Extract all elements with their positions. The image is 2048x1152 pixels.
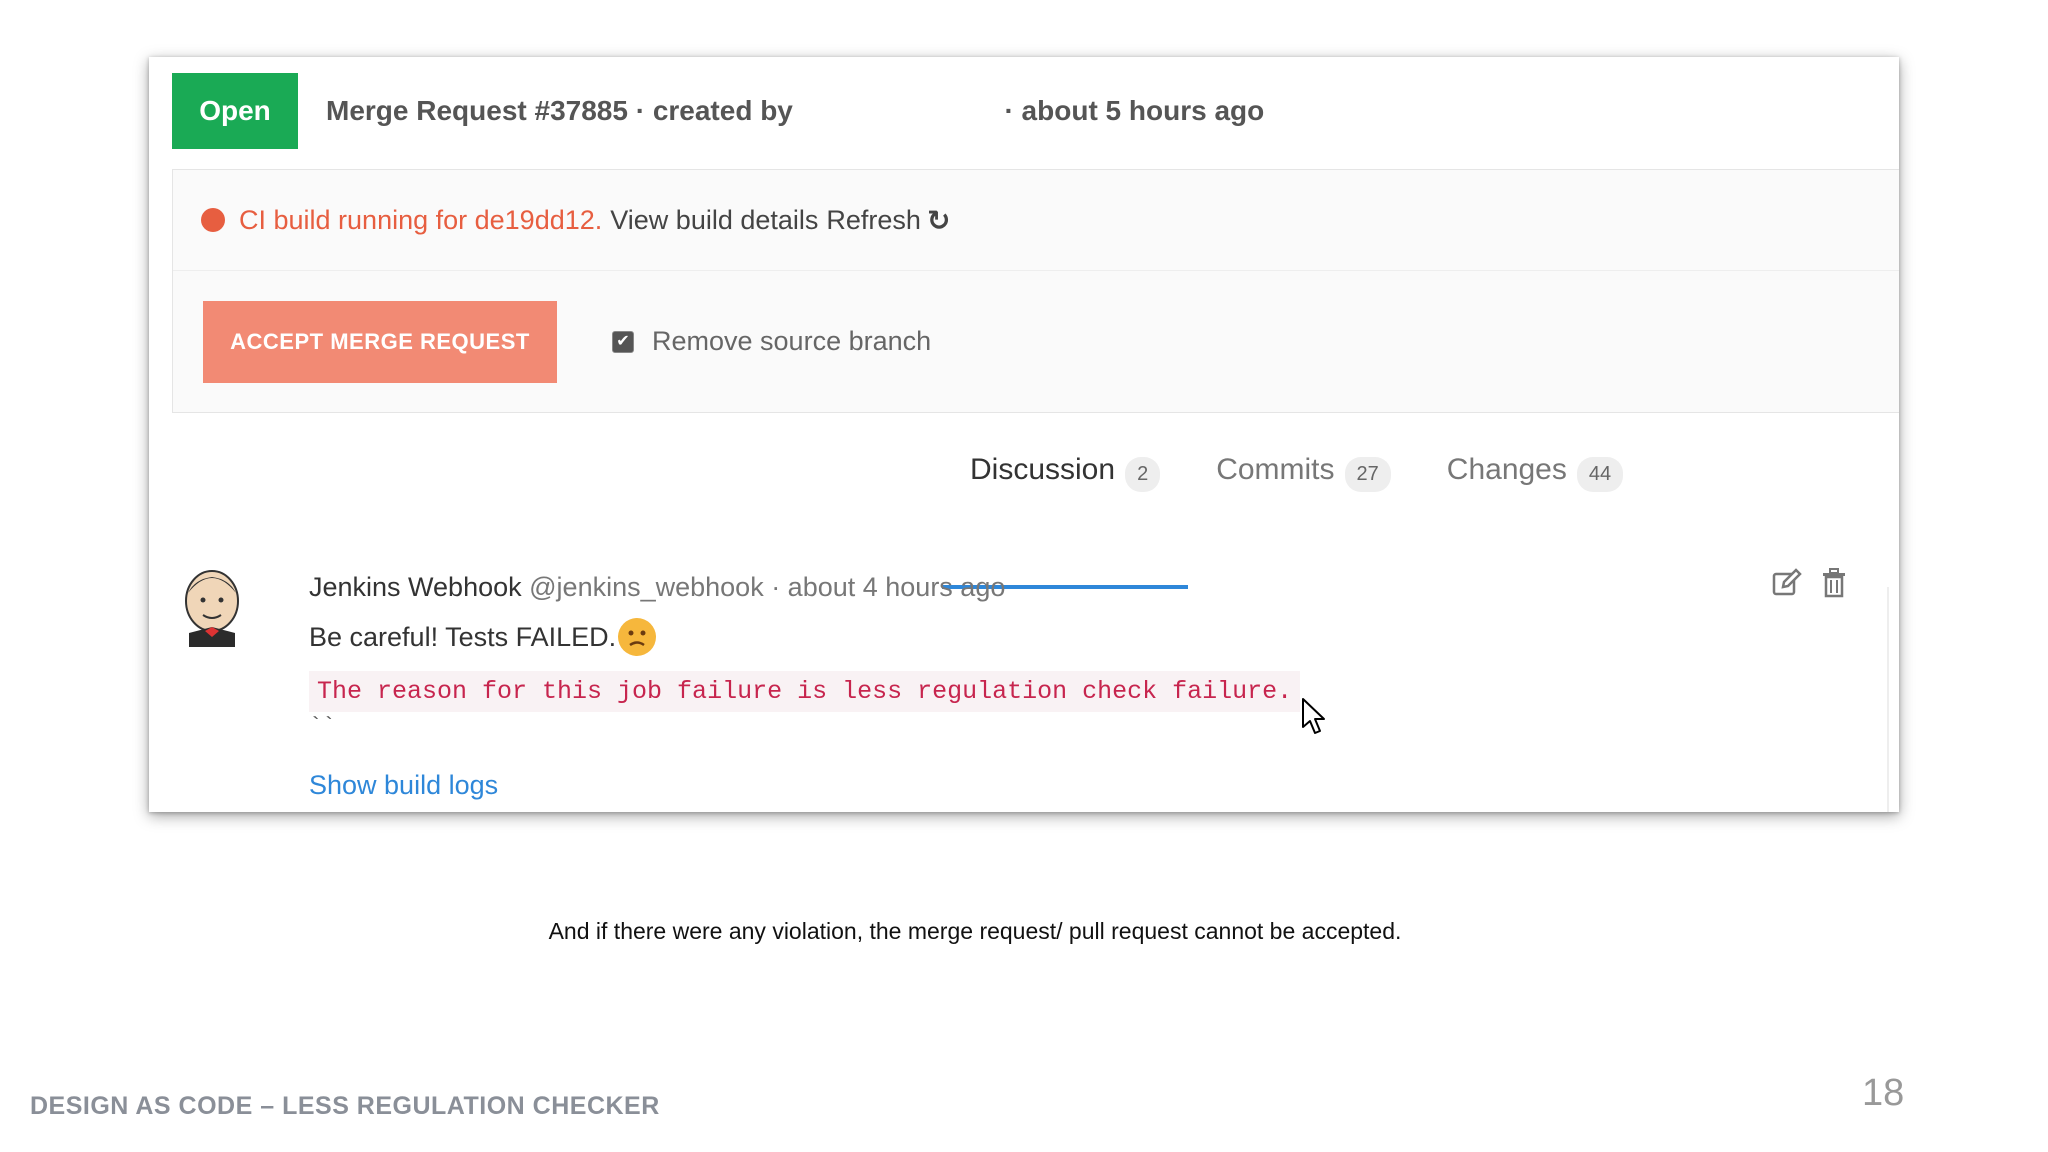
status-badge: Open	[172, 73, 298, 149]
tab-count-badge: 27	[1344, 457, 1391, 492]
tab-commits[interactable]: Commits 27	[1188, 447, 1419, 589]
show-build-logs-link[interactable]: Show build logs	[309, 770, 498, 801]
remove-source-branch-checkbox[interactable]: ✔	[612, 330, 634, 353]
code-backticks: ``	[309, 714, 336, 739]
ci-status-text: CI build running for de19dd12.	[239, 204, 603, 235]
jenkins-avatar[interactable]	[179, 567, 245, 647]
note-author[interactable]: Jenkins Webhook	[309, 572, 522, 602]
mr-created-time: · about 5 hours ago	[1004, 95, 1265, 126]
note-body-text: Be careful! Tests FAILED.	[309, 621, 617, 652]
mr-tabs: Discussion 2 Commits 27 Changes 44	[942, 447, 1651, 589]
ci-running-icon	[201, 208, 225, 232]
failure-reason-code: The reason for this job failure is less …	[309, 671, 1301, 712]
mouse-cursor-icon	[1302, 698, 1325, 734]
tab-discussion[interactable]: Discussion 2	[942, 447, 1189, 589]
trash-icon[interactable]	[1821, 568, 1847, 598]
note-actions	[1771, 568, 1847, 598]
slide-footer-title: DESIGN AS CODE – LESS REGULATION CHECKER	[30, 1092, 660, 1120]
ci-status-row: CI build running for de19dd12. View buil…	[173, 170, 1899, 271]
confused-emoji-icon	[618, 618, 657, 656]
tab-label: Commits	[1216, 453, 1335, 486]
confused-face-icon	[619, 619, 656, 655]
note-body: Be careful! Tests FAILED.	[309, 618, 657, 656]
accept-row: ACCEPT MERGE REQUEST ✔ Remove source bra…	[173, 271, 1899, 412]
remove-source-branch-option[interactable]: ✔ Remove source branch	[612, 326, 931, 357]
merge-request-panel: Open Merge Request #37885 · created by ·…	[149, 57, 1899, 812]
accept-merge-request-button[interactable]: ACCEPT MERGE REQUEST	[203, 300, 557, 383]
tab-label: Discussion	[970, 453, 1116, 486]
slide-page-number: 18	[1862, 1072, 1905, 1114]
tab-count-badge: 44	[1576, 457, 1624, 492]
mr-header: Open Merge Request #37885 · created by ·…	[172, 73, 1899, 149]
tab-label: Changes	[1446, 453, 1567, 486]
discussion-divider	[1887, 587, 1889, 812]
mr-widget: CI build running for de19dd12. View buil…	[172, 169, 1899, 413]
refresh-link[interactable]: Refresh	[826, 205, 921, 236]
mr-title-text: Merge Request #37885 · created by	[326, 95, 793, 126]
edit-icon[interactable]	[1771, 568, 1803, 598]
note-handle-time: @jenkins_webhook · about 4 hours ago	[529, 572, 1006, 602]
view-build-details-link[interactable]: View build details	[610, 205, 818, 236]
tab-changes[interactable]: Changes 44	[1419, 447, 1651, 589]
note-header: Jenkins Webhook @jenkins_webhook · about…	[309, 572, 1005, 603]
refresh-icon[interactable]: ↻	[927, 204, 950, 237]
slide-caption: And if there were any violation, the mer…	[548, 918, 1402, 944]
tab-count-badge: 2	[1125, 457, 1161, 492]
remove-source-branch-label: Remove source branch	[652, 326, 932, 356]
mr-title: Merge Request #37885 · created by · abou…	[326, 95, 1264, 127]
